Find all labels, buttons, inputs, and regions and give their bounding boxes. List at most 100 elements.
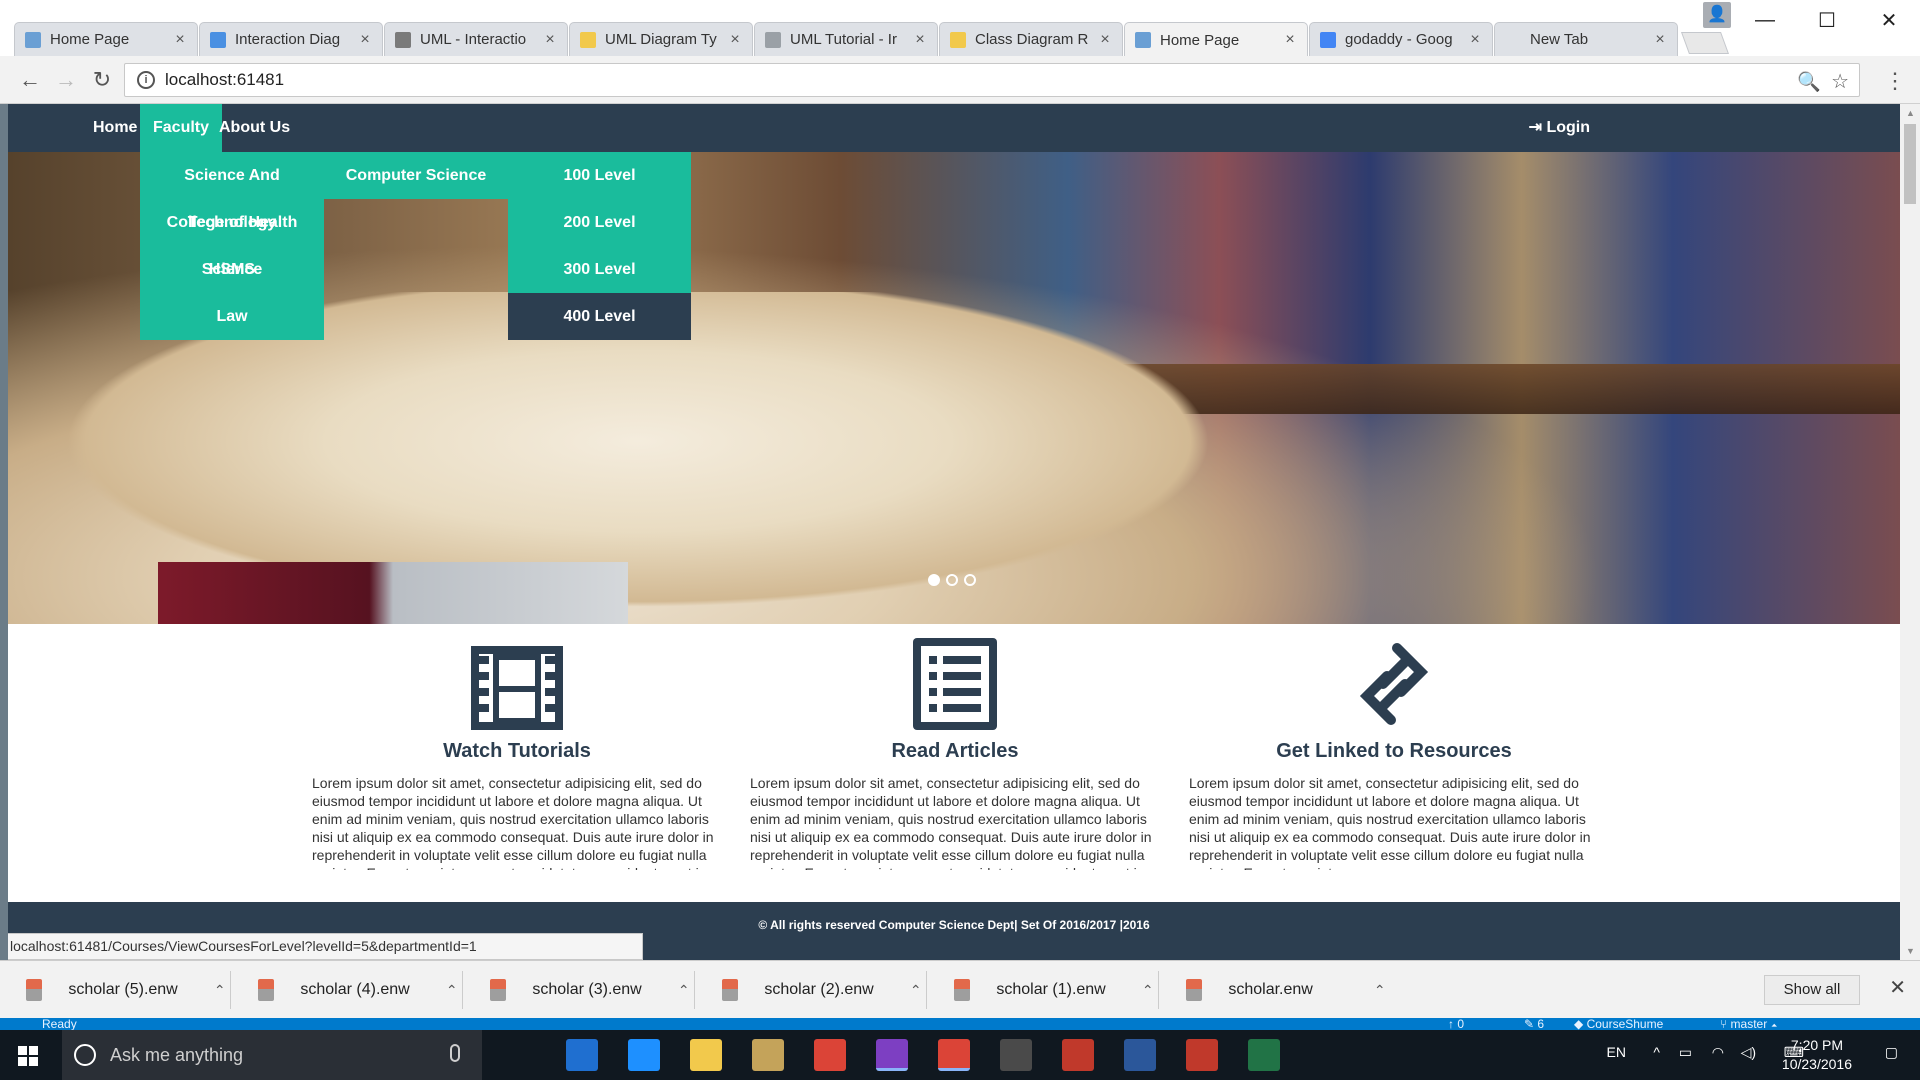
sublime-icon[interactable]: [1000, 1039, 1032, 1071]
tab-title: Interaction Diag: [235, 31, 341, 48]
download-item[interactable]: scholar (2).enw ⌃: [696, 961, 928, 1019]
browser-tab[interactable]: Home Page ×: [1124, 22, 1308, 57]
scroll-up-icon[interactable]: ▲: [1906, 108, 1915, 118]
windows-start-icon[interactable]: [18, 1046, 38, 1066]
tab-close-icon[interactable]: ×: [543, 31, 557, 49]
level-menu-item[interactable]: 100 Level: [508, 152, 691, 199]
browser-tab[interactable]: Interaction Diag ×: [199, 22, 383, 56]
download-item[interactable]: scholar.enw ⌃: [1160, 961, 1392, 1019]
enw-file-icon: [258, 979, 275, 1001]
site-info-icon[interactable]: i: [137, 71, 155, 89]
ide-status-edit-count: 6: [1537, 1018, 1545, 1030]
wifi-icon[interactable]: ◠: [1712, 1044, 1724, 1061]
forward-icon[interactable]: →: [52, 66, 80, 94]
maximize-icon[interactable]: ☐: [1796, 0, 1858, 40]
ide-status-project-name: CourseShume: [1586, 1018, 1664, 1030]
list-icon: [750, 634, 1160, 730]
chrome-icon[interactable]: [814, 1039, 846, 1071]
tab-close-icon[interactable]: ×: [1653, 31, 1667, 49]
file-explorer-icon[interactable]: [690, 1039, 722, 1071]
browser-tab[interactable]: Class Diagram R ×: [939, 22, 1123, 56]
browser-tab[interactable]: UML - Interactio ×: [384, 22, 568, 56]
scroll-down-icon[interactable]: ▼: [1906, 946, 1915, 956]
notifications-icon[interactable]: ▢: [1885, 1044, 1898, 1061]
download-item[interactable]: scholar (5).enw ⌃: [0, 961, 232, 1019]
nav-about-us[interactable]: About Us: [206, 104, 303, 152]
chrome-active-icon[interactable]: [938, 1039, 970, 1071]
battery-icon[interactable]: ▭: [1679, 1044, 1692, 1061]
clock[interactable]: 7:20 PM 10/23/2016: [1782, 1036, 1852, 1074]
download-separator: [1158, 971, 1159, 1009]
link-preview-status: localhost:61481/Courses/ViewCoursesForLe…: [8, 933, 643, 960]
browser-titlebar: Home Page × Interaction Diag × UML - Interac…: [0, 0, 1920, 57]
carousel-dot[interactable]: [964, 574, 976, 586]
login-link[interactable]: ⇥ Login: [1529, 104, 1590, 152]
department-dropdown: Computer Science: [324, 152, 508, 199]
tools-icon[interactable]: [752, 1039, 784, 1071]
download-item[interactable]: scholar (4).enw ⌃: [232, 961, 464, 1019]
project-icon[interactable]: [1248, 1039, 1280, 1071]
downloads-bar: Show all ✕ scholar (5).enw ⌃ scholar (4).e…: [0, 960, 1920, 1018]
store-icon[interactable]: [566, 1039, 598, 1071]
browser-tab[interactable]: Home Page ×: [14, 22, 198, 56]
tab-close-icon[interactable]: ×: [358, 31, 372, 49]
microphone-icon[interactable]: [450, 1044, 460, 1062]
browser-tab[interactable]: New Tab ×: [1494, 22, 1678, 56]
cortana-search-box[interactable]: Ask me anything: [62, 1030, 482, 1080]
tab-close-icon[interactable]: ×: [173, 31, 187, 49]
scrollbar-thumb[interactable]: [1904, 124, 1916, 204]
show-all-button[interactable]: Show all: [1764, 975, 1860, 1005]
faculty-menu-item[interactable]: College of Health Science: [140, 199, 324, 278]
visual-studio-icon[interactable]: [876, 1039, 908, 1071]
carousel-dot[interactable]: [928, 574, 940, 586]
department-menu-item[interactable]: Computer Science: [324, 152, 508, 199]
feature-read-articles: Read Articles Lorem ipsum dolor sit amet…: [750, 634, 1160, 870]
page-scrollbar[interactable]: ▲ ▼: [1900, 104, 1920, 960]
level-menu-item[interactable]: 200 Level: [508, 199, 691, 246]
download-separator: [462, 971, 463, 1009]
task-view-icon[interactable]: [504, 1039, 536, 1071]
endnote-icon[interactable]: [1186, 1039, 1218, 1071]
close-window-icon[interactable]: ✕: [1858, 0, 1920, 40]
address-text[interactable]: localhost:61481: [165, 70, 284, 90]
level-menu-item[interactable]: 400 Level: [508, 293, 691, 340]
back-icon[interactable]: ←: [16, 66, 44, 94]
show-hidden-icons-icon[interactable]: ^: [1653, 1044, 1660, 1060]
bookmark-star-icon[interactable]: ☆: [1831, 69, 1849, 94]
download-options-chevron-icon[interactable]: ⌃: [1374, 982, 1392, 999]
tab-title: Home Page: [1160, 31, 1240, 49]
download-item[interactable]: scholar (3).enw ⌃: [464, 961, 696, 1019]
address-bar[interactable]: i localhost:61481 🔍 ☆: [124, 63, 1860, 97]
zoom-icon[interactable]: 🔍: [1797, 70, 1821, 94]
feature-watch-tutorials: Watch Tutorials Lorem ipsum dolor sit am…: [312, 634, 722, 870]
tab-close-icon[interactable]: ×: [1283, 31, 1297, 49]
tab-favicon-icon: [25, 31, 41, 48]
download-item[interactable]: scholar (1).enw ⌃: [928, 961, 1160, 1019]
tab-close-icon[interactable]: ×: [1468, 31, 1482, 49]
faculty-menu-item[interactable]: Science And Technology: [140, 152, 324, 231]
tab-close-icon[interactable]: ×: [913, 31, 927, 49]
login-icon: ⇥: [1528, 119, 1547, 136]
carousel-dot[interactable]: [946, 574, 958, 586]
faculty-menu-item[interactable]: Law: [140, 293, 324, 340]
word-icon[interactable]: [1124, 1039, 1156, 1071]
git-icon[interactable]: [1062, 1039, 1094, 1071]
browser-tab[interactable]: godaddy - Goog ×: [1309, 22, 1493, 56]
close-downloads-icon[interactable]: ✕: [1889, 975, 1906, 1000]
volume-icon[interactable]: ◁): [1741, 1044, 1756, 1061]
edge-icon[interactable]: [628, 1039, 660, 1071]
carousel-indicators: [928, 574, 982, 586]
language-indicator[interactable]: EN: [1607, 1044, 1626, 1060]
profile-icon[interactable]: 👤: [1703, 2, 1731, 28]
browser-tab[interactable]: UML Diagram Ty ×: [569, 22, 753, 56]
faculty-menu-item[interactable]: HSMS: [140, 246, 324, 293]
level-menu-item[interactable]: 300 Level: [508, 246, 691, 293]
browser-tab[interactable]: UML Tutorial - Ir ×: [754, 22, 938, 56]
tab-title: godaddy - Goog: [1345, 31, 1453, 48]
reload-icon[interactable]: ↻: [88, 66, 116, 94]
browser-menu-icon[interactable]: ⋮: [1884, 68, 1906, 94]
new-tab-button[interactable]: [1680, 32, 1730, 54]
tab-close-icon[interactable]: ×: [1098, 31, 1112, 49]
tab-close-icon[interactable]: ×: [728, 31, 742, 49]
minimize-icon[interactable]: —: [1734, 0, 1796, 40]
